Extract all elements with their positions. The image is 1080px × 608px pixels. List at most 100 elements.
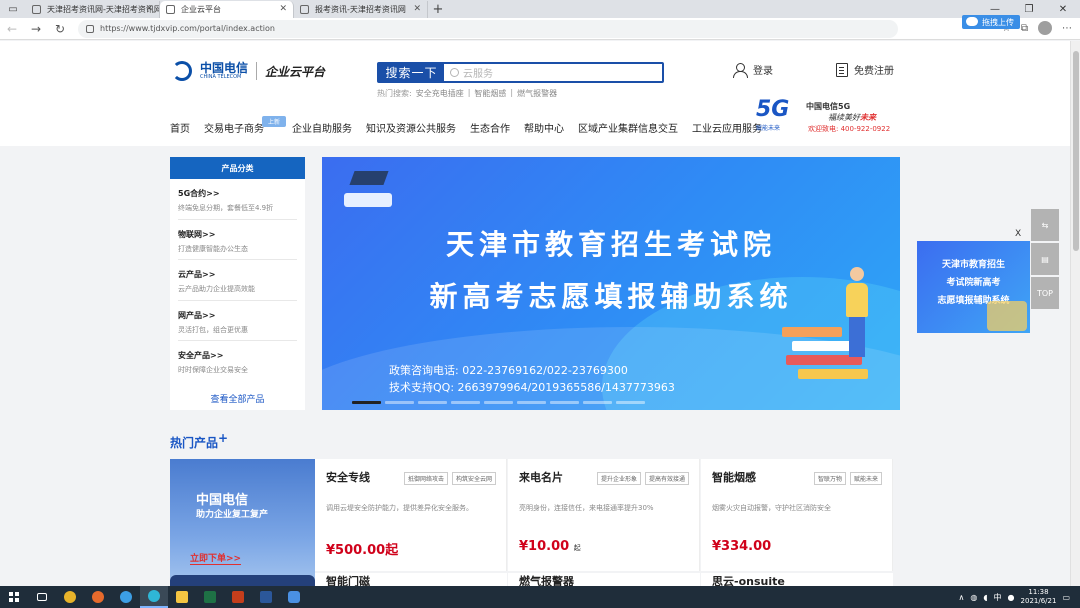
edge-icon[interactable]: [140, 586, 168, 608]
login-link[interactable]: 登录: [733, 62, 773, 78]
brand-name: 中国电信: [200, 61, 249, 75]
carousel-dot[interactable]: [352, 401, 381, 404]
carousel-dot[interactable]: [385, 401, 414, 404]
carousel-indicators: [352, 401, 645, 404]
carousel-dot[interactable]: [451, 401, 480, 404]
excel-icon[interactable]: [196, 586, 224, 608]
tab-title: 企业云平台: [181, 5, 221, 14]
back-to-top-button[interactable]: TOP: [1031, 277, 1059, 309]
nav-item-knowledge[interactable]: 知识及资源公共服务: [366, 120, 456, 135]
product-category-panel: 产品分类 5G合约>> 终端免息分期，套餐低至4.9折 物联网>> 打造健康智能…: [170, 157, 305, 410]
product-desc: 烟雾火灾自动报警，守护社区消防安全: [712, 504, 831, 512]
order-now-button[interactable]: 立即下单>>: [190, 551, 242, 565]
nav-item-help[interactable]: 帮助中心: [524, 120, 564, 135]
carousel-dot[interactable]: [418, 401, 447, 404]
category-item-security[interactable]: 安全产品>> 时时保障企业交易安全: [178, 341, 297, 382]
file-explorer-icon[interactable]: [168, 586, 196, 608]
site-logo[interactable]: 中国电信 CHINA TELECOM 企业云平台: [172, 61, 325, 81]
register-icon: [836, 62, 848, 77]
close-icon[interactable]: ✕: [145, 4, 153, 14]
nav-item-self-service[interactable]: 企业自助服务: [292, 120, 352, 135]
collections-icon[interactable]: ⧉: [1021, 23, 1028, 34]
register-link[interactable]: 免费注册: [836, 62, 894, 77]
browser-tab-1[interactable]: 天津招考资讯网-天津招考资讯网 ✕: [26, 1, 160, 18]
carousel-dot[interactable]: [517, 401, 546, 404]
close-icon[interactable]: ✕: [413, 4, 421, 14]
ie-icon[interactable]: [112, 586, 140, 608]
browser-tab-2[interactable]: 企业云平台 ✕: [160, 1, 294, 18]
url-field[interactable]: https://www.tjdxvip.com/portal/index.act…: [78, 19, 898, 38]
word-icon[interactable]: [252, 586, 280, 608]
carousel-dot[interactable]: [616, 401, 645, 404]
url-text: https://www.tjdxvip.com/portal/index.act…: [100, 24, 275, 33]
security-app-icon[interactable]: [280, 586, 308, 608]
site-info-icon[interactable]: [86, 24, 94, 33]
search-button[interactable]: 搜索一下: [379, 64, 444, 81]
product-tag: 智联万物: [813, 472, 846, 485]
refresh-icon[interactable]: ↻: [48, 18, 72, 40]
windows-icon: [9, 592, 19, 602]
carousel-dot[interactable]: [484, 401, 513, 404]
taskbar: ∧ ◍ ◖ 中 ● 11:38 2021/6/21 ▭: [0, 586, 1080, 608]
view-all-products-link[interactable]: 查看全部产品: [170, 392, 305, 405]
nav-item-home[interactable]: 首页: [170, 120, 190, 135]
hot-term[interactable]: 智能烟感: [474, 88, 506, 99]
category-item-cloud[interactable]: 云产品>> 云产品助力企业提高效能: [178, 260, 297, 301]
hot-term[interactable]: 燃气报警器: [517, 88, 557, 99]
start-button[interactable]: [0, 586, 28, 608]
firefox-icon[interactable]: [84, 586, 112, 608]
product-card-caller-card[interactable]: 来电名片 提升企业形象 提高有效接通 亮明身份，连接信任，来电接通率提升30% …: [508, 459, 700, 571]
chrome-icon[interactable]: [56, 586, 84, 608]
volume-icon[interactable]: ◖: [983, 593, 987, 602]
clock[interactable]: 11:38 2021/6/21: [1021, 588, 1057, 606]
search-input[interactable]: 云服务: [444, 64, 662, 81]
antivirus-icon[interactable]: ●: [1008, 593, 1015, 602]
carousel-dot[interactable]: [550, 401, 579, 404]
category-item-iot[interactable]: 物联网>> 打造健康智能办公生态: [178, 220, 297, 260]
student-illustration: [842, 267, 870, 357]
browser-tab-3[interactable]: 报考资讯-天津招考资讯网 ✕: [294, 1, 428, 18]
product-card-security-line[interactable]: 安全专线 抵御网络攻击 构筑安全云网 调用云堤安全防护能力，提供差异化安全服务。…: [315, 459, 507, 571]
drag-upload-button[interactable]: 拖拽上传: [962, 15, 1020, 29]
nav-item-ecosystem[interactable]: 生态合作: [470, 120, 510, 135]
product-price: ¥500.00起: [326, 543, 399, 558]
floating-ad[interactable]: 天津市教育招生 考试院新高考 志愿填报辅助系统: [917, 241, 1030, 333]
hotline: 欢迎致电: 400-922-0922: [808, 125, 891, 133]
close-window-icon[interactable]: ✕: [1046, 0, 1080, 18]
message-icon[interactable]: ▤: [1031, 243, 1059, 275]
hot-term[interactable]: 安全充电插座: [416, 88, 464, 99]
powerpoint-icon[interactable]: [224, 586, 252, 608]
network-icon[interactable]: ◍: [970, 593, 977, 602]
close-icon[interactable]: ✕: [279, 4, 287, 14]
hot-products-promo[interactable]: 中国电信 助力企业复工复产 立即下单>>: [170, 459, 315, 586]
product-card-onsuite[interactable]: 思云-onsuite: [701, 573, 893, 586]
nav-item-ecommerce[interactable]: 交易电子商务 上新: [204, 116, 287, 135]
product-card-smoke-detector[interactable]: 智能烟感 智联万物 赋能未来 烟雾火灾自动报警，守护社区消防安全 ¥334.00: [701, 459, 893, 571]
hot-search: 热门搜索: 安全充电插座 | 智能烟感 | 燃气报警器: [377, 88, 558, 99]
tab-actions-icon[interactable]: ▭: [0, 0, 26, 18]
5g-promo[interactable]: 5G 赋能未来 中国电信5G 福续美好未来 欢迎致电: 400-922-0922: [748, 95, 900, 135]
page-scrollbar[interactable]: [1070, 41, 1080, 586]
more-icon[interactable]: ⋯: [1062, 23, 1072, 34]
back-icon[interactable]: ←: [0, 18, 24, 40]
tray-chevron-icon[interactable]: ∧: [958, 593, 964, 602]
hero-banner[interactable]: 天津市教育招生考试院 新高考志愿填报辅助系统 政策咨询电话: 022-23769…: [322, 157, 900, 410]
ad-close-button[interactable]: X: [1015, 229, 1021, 239]
forward-icon[interactable]: →: [24, 18, 48, 40]
new-tab-button[interactable]: +: [428, 1, 448, 18]
carousel-dot[interactable]: [583, 401, 612, 404]
category-item-network[interactable]: 网产品>> 灵活打包，组合更优惠: [178, 301, 297, 341]
category-item-5g[interactable]: 5G合约>> 终端免息分期，套餐低至4.9折: [178, 179, 297, 220]
avatar[interactable]: [1038, 21, 1052, 35]
nav-item-regional[interactable]: 区域产业集群信息交互: [578, 120, 678, 135]
task-view-icon[interactable]: [28, 586, 56, 608]
hot-products-title: 热门产品+: [170, 431, 229, 450]
notifications-icon[interactable]: ▭: [1062, 593, 1070, 602]
product-card-gas-alarm[interactable]: 燃气报警器: [508, 573, 700, 586]
share-icon[interactable]: ⇆: [1031, 209, 1059, 241]
product-card-door-sensor[interactable]: 智能门磁: [315, 573, 507, 586]
scrollbar-thumb[interactable]: [1073, 51, 1079, 251]
system-tray: ∧ ◍ ◖ 中 ● 11:38 2021/6/21 ▭: [958, 586, 1070, 608]
ime-indicator[interactable]: 中: [994, 592, 1002, 603]
side-tools: ⇆ ▤ TOP: [1031, 209, 1059, 309]
